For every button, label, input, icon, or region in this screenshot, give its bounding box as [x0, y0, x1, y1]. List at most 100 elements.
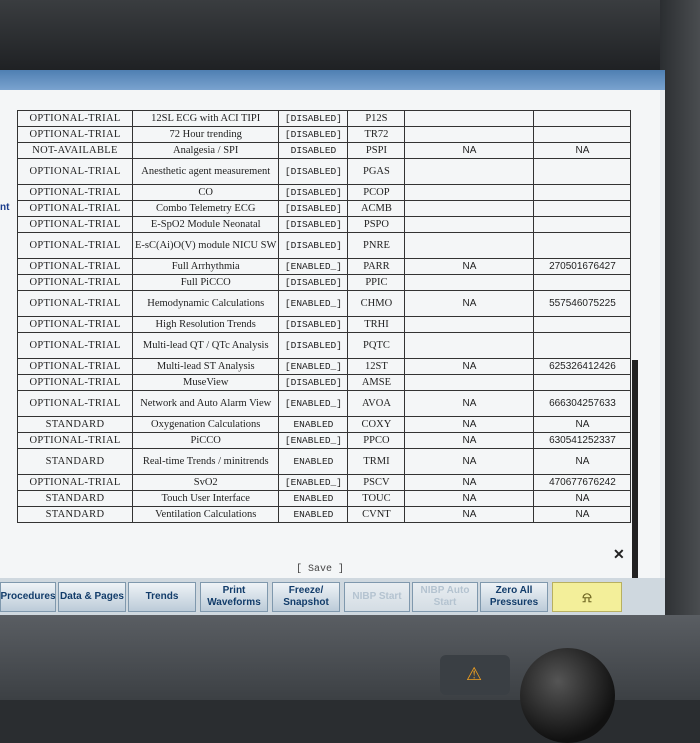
- availability-cell: [404, 110, 535, 127]
- table-row: NOT-AVAILABLE Analgesia / SPI DISABLED PSPI…: [17, 142, 632, 159]
- option-cell: E-SpO2 Module Neonatal: [131, 216, 280, 233]
- license-key-cell: NA: [533, 142, 632, 159]
- table-row: OPTIONAL-TRIAL Multi-lead QT / QTc Analys…: [17, 332, 632, 359]
- table-row: OPTIONAL-TRIAL High Resolution Trends [DIS…: [17, 316, 632, 333]
- monitor-bezel-right: [660, 0, 700, 700]
- license-key-cell: [533, 158, 632, 185]
- option-cell: 72 Hour trending: [131, 126, 280, 143]
- code-cell: PGAS: [347, 158, 406, 185]
- availability-cell: [404, 158, 535, 185]
- availability-cell: [404, 184, 535, 201]
- alarm-silence-button[interactable]: ⍾: [552, 582, 622, 612]
- state-cell[interactable]: [DISABLED]: [278, 332, 349, 359]
- option-cell: Multi-lead QT / QTc Analysis: [131, 332, 280, 359]
- option-cell: Touch User Interface: [131, 490, 280, 507]
- nibp-start-button[interactable]: NIBP Start: [344, 582, 410, 612]
- option-cell: Real-time Trends / minitrends: [131, 448, 280, 475]
- license-key-cell: [533, 332, 632, 359]
- availability-cell: NA: [404, 390, 535, 417]
- status-cell: NOT-AVAILABLE: [17, 142, 133, 159]
- table-row: OPTIONAL-TRIAL Full Arrhythmia [ENABLED_] P…: [17, 258, 632, 275]
- freeze-snapshot-button[interactable]: Freeze/ Snapshot: [272, 582, 340, 612]
- state-cell[interactable]: ENABLED: [278, 416, 349, 433]
- data-pages-button[interactable]: Data & Pages: [58, 582, 126, 612]
- state-cell[interactable]: ENABLED: [278, 490, 349, 507]
- state-cell[interactable]: [DISABLED]: [278, 126, 349, 143]
- license-key-cell: NA: [533, 416, 632, 433]
- status-cell: OPTIONAL-TRIAL: [17, 158, 133, 185]
- table-row: OPTIONAL-TRIAL Multi-lead ST Analysis [ENA…: [17, 358, 632, 375]
- trim-knob[interactable]: [520, 648, 615, 743]
- table-row: STANDARD Oxygenation Calculations ENABLED C…: [17, 416, 632, 433]
- availability-cell: [404, 332, 535, 359]
- option-cell: Ventilation Calculations: [131, 506, 280, 523]
- state-cell[interactable]: [ENABLED_]: [278, 474, 349, 491]
- status-cell: STANDARD: [17, 448, 133, 475]
- trends-button[interactable]: Trends: [128, 582, 196, 612]
- status-cell: OPTIONAL-TRIAL: [17, 390, 133, 417]
- status-cell: OPTIONAL-TRIAL: [17, 126, 133, 143]
- code-cell: PPIC: [347, 274, 406, 291]
- state-cell[interactable]: [DISABLED]: [278, 274, 349, 291]
- state-cell[interactable]: DISABLED: [278, 142, 349, 159]
- table-row: OPTIONAL-TRIAL 72 Hour trending [DISABLED]…: [17, 126, 632, 143]
- print-waveforms-button[interactable]: Print Waveforms: [200, 582, 268, 612]
- state-cell[interactable]: [DISABLED]: [278, 110, 349, 127]
- state-cell[interactable]: [DISABLED]: [278, 232, 349, 259]
- state-cell[interactable]: [DISABLED]: [278, 200, 349, 217]
- window-title-bar: [0, 70, 665, 90]
- option-cell: SvO2: [131, 474, 280, 491]
- option-cell: MuseView: [131, 374, 280, 391]
- code-cell: PNRE: [347, 232, 406, 259]
- scrollbar[interactable]: [632, 360, 638, 590]
- state-cell[interactable]: ENABLED: [278, 506, 349, 523]
- save-button[interactable]: [ Save ]: [0, 564, 640, 575]
- state-cell[interactable]: ENABLED: [278, 448, 349, 475]
- state-cell[interactable]: [DISABLED]: [278, 374, 349, 391]
- status-cell: OPTIONAL-TRIAL: [17, 432, 133, 449]
- close-icon[interactable]: ✕: [613, 546, 625, 563]
- code-cell: PSCV: [347, 474, 406, 491]
- state-cell[interactable]: [DISABLED]: [278, 184, 349, 201]
- status-cell: OPTIONAL-TRIAL: [17, 274, 133, 291]
- code-cell: P12S: [347, 110, 406, 127]
- state-cell[interactable]: [DISABLED]: [278, 158, 349, 185]
- license-key-cell: [533, 200, 632, 217]
- state-cell[interactable]: [DISABLED]: [278, 216, 349, 233]
- availability-cell: NA: [404, 290, 535, 317]
- availability-cell: [404, 200, 535, 217]
- option-cell: Hemodynamic Calculations: [131, 290, 280, 317]
- zero-all-pressures-button[interactable]: Zero All Pressures: [480, 582, 548, 612]
- monitor-screen: nt OPTIONAL-TRIAL 12SL ECG with ACI TIPI[…: [0, 70, 665, 615]
- license-key-cell: [533, 216, 632, 233]
- status-cell: OPTIONAL-TRIAL: [17, 258, 133, 275]
- state-cell[interactable]: [DISABLED]: [278, 316, 349, 333]
- table-row: OPTIONAL-TRIAL E-sC(Ai)O(V) module NICU S…: [17, 232, 632, 259]
- license-key-cell: [533, 184, 632, 201]
- license-key-cell: 625326412426: [533, 358, 632, 375]
- license-key-cell: 666304257633: [533, 390, 632, 417]
- state-cell[interactable]: [ENABLED_]: [278, 358, 349, 375]
- state-cell[interactable]: [ENABLED_]: [278, 390, 349, 417]
- table-row: OPTIONAL-TRIAL Network and Auto Alarm Vie…: [17, 390, 632, 417]
- status-cell: OPTIONAL-TRIAL: [17, 200, 133, 217]
- option-cell: Full Arrhythmia: [131, 258, 280, 275]
- status-cell: OPTIONAL-TRIAL: [17, 474, 133, 491]
- table-row: STANDARD Touch User Interface ENABLED TOUC N…: [17, 490, 632, 507]
- nibp-auto-start-button[interactable]: NIBP Auto Start: [412, 582, 478, 612]
- table-row: OPTIONAL-TRIAL E-SpO2 Module Neonatal [DIS…: [17, 216, 632, 233]
- license-key-cell: 270501676427: [533, 258, 632, 275]
- state-cell[interactable]: [ENABLED_]: [278, 258, 349, 275]
- availability-cell: NA: [404, 416, 535, 433]
- table-row: OPTIONAL-TRIAL Full PiCCO [DISABLED] PPIC: [17, 274, 632, 291]
- state-cell[interactable]: [ENABLED_]: [278, 432, 349, 449]
- options-table: OPTIONAL-TRIAL 12SL ECG with ACI TIPI [DIS…: [17, 110, 632, 523]
- code-cell: ACMB: [347, 200, 406, 217]
- license-key-cell: [533, 232, 632, 259]
- status-cell: OPTIONAL-TRIAL: [17, 332, 133, 359]
- side-label: nt: [0, 202, 10, 213]
- code-cell: 12ST: [347, 358, 406, 375]
- alarm-led-icon: ⚠: [466, 664, 483, 685]
- procedures-button[interactable]: Procedures: [0, 582, 56, 612]
- state-cell[interactable]: [ENABLED_]: [278, 290, 349, 317]
